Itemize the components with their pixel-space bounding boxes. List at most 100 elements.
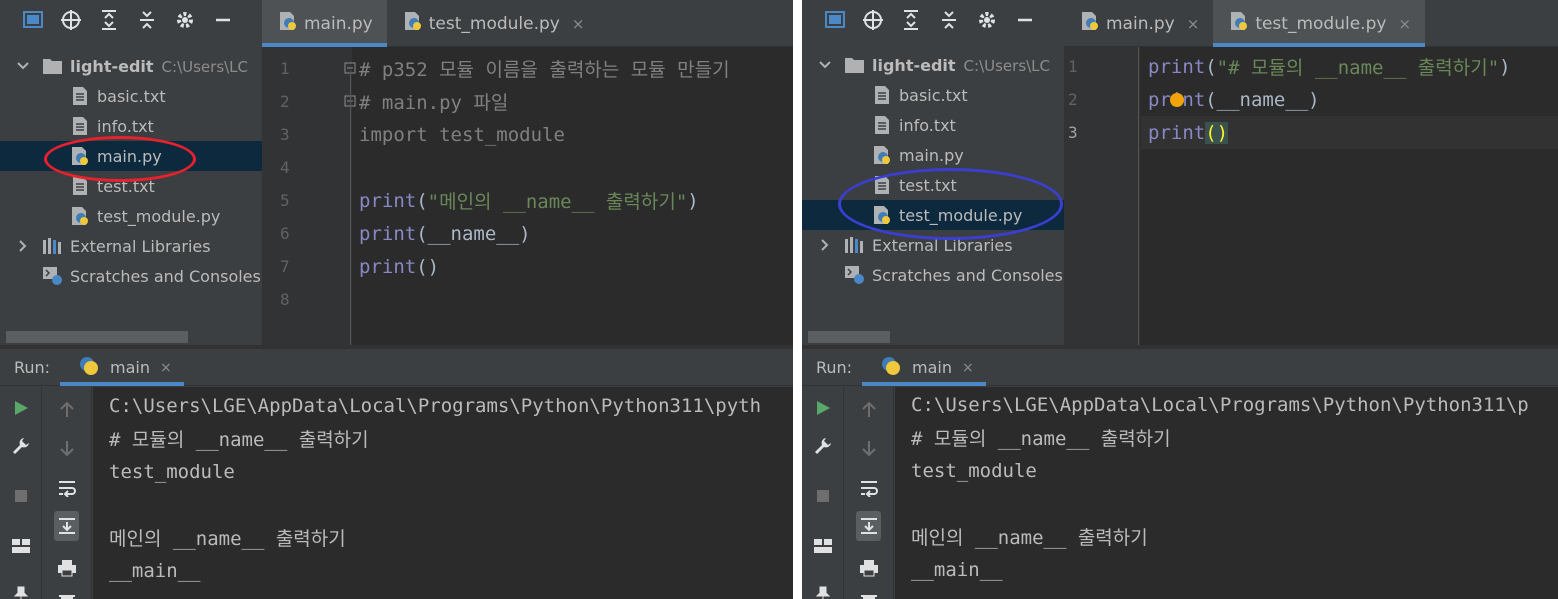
trash-icon[interactable] xyxy=(844,587,893,599)
arrow-up-icon[interactable] xyxy=(42,395,91,425)
project-view-icon[interactable] xyxy=(14,0,52,40)
folder-icon xyxy=(42,55,62,77)
tab-label: main.py xyxy=(304,13,373,34)
run-label: Run: xyxy=(816,357,853,377)
tree-file-info[interactable]: info.txt xyxy=(0,111,262,141)
chevron-down-icon[interactable] xyxy=(16,59,30,73)
tab-label: test_module.py xyxy=(1255,13,1387,34)
tree-external-libraries[interactable]: External Libraries xyxy=(0,231,262,261)
locate-icon[interactable] xyxy=(52,0,90,40)
tab-test-module-py[interactable]: test_module.py × xyxy=(1213,0,1426,47)
fold-guide xyxy=(350,71,351,345)
tab-main-py[interactable]: main.py × xyxy=(1064,0,1213,47)
tree-root[interactable]: light-edit C:\Users\LC xyxy=(0,51,262,81)
tree-external-libraries[interactable]: External Libraries xyxy=(802,230,1064,260)
console-line: C:\Users\LGE\AppData\Local\Programs\Pyth… xyxy=(109,394,762,417)
run-console[interactable]: C:\Users\LGE\AppData\Local\Programs\Pyth… xyxy=(895,387,1558,599)
argument: () xyxy=(1205,121,1229,144)
line-number: 1 xyxy=(280,59,290,78)
tree-file-main[interactable]: main.py xyxy=(802,140,1064,170)
code-area[interactable]: # p352 모듈 이름을 출력하는 모듈 만들기 # main.py 파일 i… xyxy=(359,47,793,345)
tree-scratches[interactable]: Scratches and Consoles xyxy=(0,261,262,291)
horizontal-scrollbar[interactable] xyxy=(808,331,890,343)
gutter-border xyxy=(1138,47,1139,345)
expand-all-icon[interactable] xyxy=(892,0,930,40)
line-number: 8 xyxy=(280,290,290,309)
wrench-icon[interactable] xyxy=(802,431,843,461)
gear-icon[interactable] xyxy=(968,0,1006,40)
gear-icon[interactable] xyxy=(166,0,204,40)
tree-file-basic[interactable]: basic.txt xyxy=(802,80,1064,110)
wrench-icon[interactable] xyxy=(0,431,41,461)
python-file-icon xyxy=(403,11,423,36)
close-icon[interactable]: × xyxy=(160,360,172,376)
text-file-icon xyxy=(872,84,892,106)
close-icon[interactable]: × xyxy=(572,15,585,33)
scroll-to-end-icon[interactable] xyxy=(856,511,881,541)
run-console[interactable]: C:\Users\LGE\AppData\Local\Programs\Pyth… xyxy=(93,387,793,599)
tree-file-test[interactable]: test.txt xyxy=(0,171,262,201)
run-icon[interactable] xyxy=(0,393,41,423)
lightbulb-icon[interactable] xyxy=(1170,93,1184,107)
line-number: 3 xyxy=(280,125,290,144)
tree-file-main[interactable]: main.py xyxy=(0,141,262,171)
layout-icon[interactable] xyxy=(802,531,843,561)
python-file-icon xyxy=(872,144,892,166)
stop-icon[interactable] xyxy=(0,481,41,511)
locate-icon[interactable] xyxy=(854,0,892,40)
arrow-down-icon[interactable] xyxy=(844,433,893,463)
import-text: import test_module xyxy=(359,123,565,146)
fold-icon[interactable] xyxy=(344,59,356,74)
tree-file-basic[interactable]: basic.txt xyxy=(0,81,262,111)
soft-wrap-icon[interactable] xyxy=(844,473,893,503)
arrow-up-icon[interactable] xyxy=(844,395,893,425)
hide-panel-icon[interactable] xyxy=(204,0,242,40)
text-file-icon xyxy=(70,175,90,197)
tree-scratches[interactable]: Scratches and Consoles xyxy=(802,260,1064,290)
scroll-to-end-icon[interactable] xyxy=(54,511,79,541)
stop-icon[interactable] xyxy=(802,481,843,511)
pin-icon[interactable] xyxy=(0,579,41,599)
text-file-icon xyxy=(872,114,892,136)
tab-main-py[interactable]: main.py xyxy=(262,0,387,47)
soft-wrap-icon[interactable] xyxy=(42,473,91,503)
tree-file-test[interactable]: test.txt xyxy=(802,170,1064,200)
tree-file-test-module[interactable]: test_module.py xyxy=(0,201,262,231)
code-line: print("메인의 __name__ 출력하기") xyxy=(359,184,699,217)
hide-panel-icon[interactable] xyxy=(1006,0,1044,40)
run-tab-main[interactable]: main × xyxy=(60,349,184,386)
print-icon[interactable] xyxy=(844,553,893,583)
run-icon[interactable] xyxy=(802,393,843,423)
tree-external-label: External Libraries xyxy=(70,236,211,256)
expand-all-icon[interactable] xyxy=(90,0,128,40)
python-icon xyxy=(880,355,902,381)
console-line: 메인의 __name__ 출력하기 xyxy=(109,528,346,550)
arrow-down-icon[interactable] xyxy=(42,433,91,463)
close-icon[interactable]: × xyxy=(962,360,974,376)
tree-file-test-module[interactable]: test_module.py xyxy=(802,200,1064,230)
run-toolbar: Run: main × xyxy=(802,349,1558,386)
project-view-icon[interactable] xyxy=(816,0,854,40)
chevron-right-icon[interactable] xyxy=(818,238,832,252)
console-line: C:\Users\LGE\AppData\Local\Programs\Pyth… xyxy=(911,393,1529,416)
tree-file-info[interactable]: info.txt xyxy=(802,110,1064,140)
trash-icon[interactable] xyxy=(42,587,91,599)
close-icon[interactable]: × xyxy=(1398,15,1411,33)
tree-root[interactable]: light-edit C:\Users\LC xyxy=(802,50,1064,80)
print-icon[interactable] xyxy=(42,553,91,583)
tree-file-label: test_module.py xyxy=(97,206,221,226)
keyword: print xyxy=(359,222,417,245)
code-line: print("# 모듈의 __name__ 출력하기") xyxy=(1148,50,1511,83)
code-area[interactable]: print("# 모듈의 __name__ 출력하기") print(__nam… xyxy=(1141,47,1558,345)
paren: ( xyxy=(416,189,428,212)
run-tab-main[interactable]: main × xyxy=(862,349,986,386)
chevron-down-icon[interactable] xyxy=(818,58,832,72)
collapse-all-icon[interactable] xyxy=(930,0,968,40)
collapse-all-icon[interactable] xyxy=(128,0,166,40)
layout-icon[interactable] xyxy=(0,531,41,561)
horizontal-scrollbar[interactable] xyxy=(6,331,188,343)
pin-icon[interactable] xyxy=(802,579,843,599)
tab-test-module-py[interactable]: test_module.py × xyxy=(387,0,599,47)
close-icon[interactable]: × xyxy=(1187,15,1200,33)
chevron-right-icon[interactable] xyxy=(16,239,30,253)
